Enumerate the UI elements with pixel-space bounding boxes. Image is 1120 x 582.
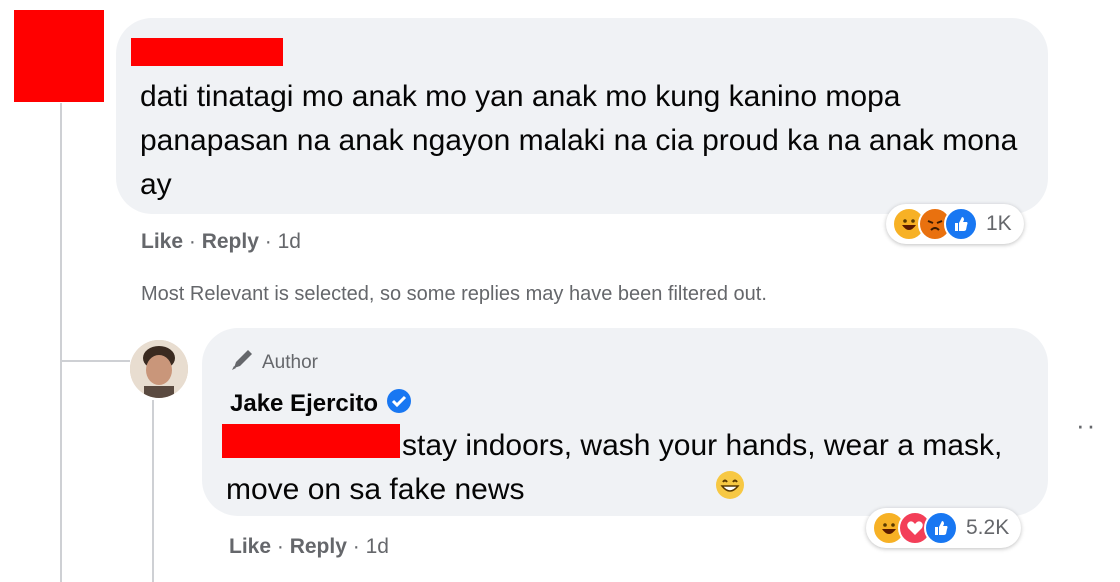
grinning-emoji-icon <box>539 469 745 513</box>
reply-actions: Like · Reply · 1d <box>229 535 389 559</box>
reaction-count: 5.2K <box>966 516 1010 539</box>
reply-author: Jake Ejercito <box>230 388 412 419</box>
author-label: Author <box>262 352 318 373</box>
comment-text: dati tinatagi mo anak mo yan anak mo kun… <box>140 80 1018 201</box>
reaction-summary[interactable]: 1K <box>886 204 1024 244</box>
reply-link[interactable]: Reply <box>202 230 259 253</box>
more-options-icon[interactable]: ·· <box>1076 410 1097 441</box>
thread-line-branch <box>60 360 130 362</box>
reply-link[interactable]: Reply <box>290 535 347 558</box>
thread-line-vertical <box>60 103 62 582</box>
separator-dot: · <box>352 535 366 558</box>
redacted-avatar <box>14 10 104 102</box>
reaction-count: 1K <box>986 212 1012 235</box>
timestamp[interactable]: 1d <box>278 230 301 253</box>
avatar[interactable] <box>130 340 188 398</box>
verified-badge-icon <box>386 388 412 419</box>
like-link[interactable]: Like <box>141 230 183 253</box>
filter-notice: Most Relevant is selected, so some repli… <box>141 283 767 305</box>
reply-text: stay indoors, wash your hands, wear a ma… <box>226 424 1026 513</box>
separator-dot: · <box>188 230 202 253</box>
reply-thread-line <box>152 400 154 582</box>
reply-reaction-summary[interactable]: 5.2K <box>866 508 1022 548</box>
redacted-commenter-name[interactable] <box>131 38 283 66</box>
commenter-name[interactable]: Jake Ejercito <box>230 390 378 418</box>
like-icon <box>944 207 978 241</box>
pen-icon <box>230 348 256 378</box>
timestamp[interactable]: 1d <box>366 535 389 558</box>
like-icon <box>924 511 958 545</box>
like-link[interactable]: Like <box>229 535 271 558</box>
separator-dot: · <box>264 230 278 253</box>
comment-actions: Like · Reply · 1d <box>141 230 301 254</box>
author-badge: Author <box>230 348 318 378</box>
separator-dot: · <box>276 535 290 558</box>
